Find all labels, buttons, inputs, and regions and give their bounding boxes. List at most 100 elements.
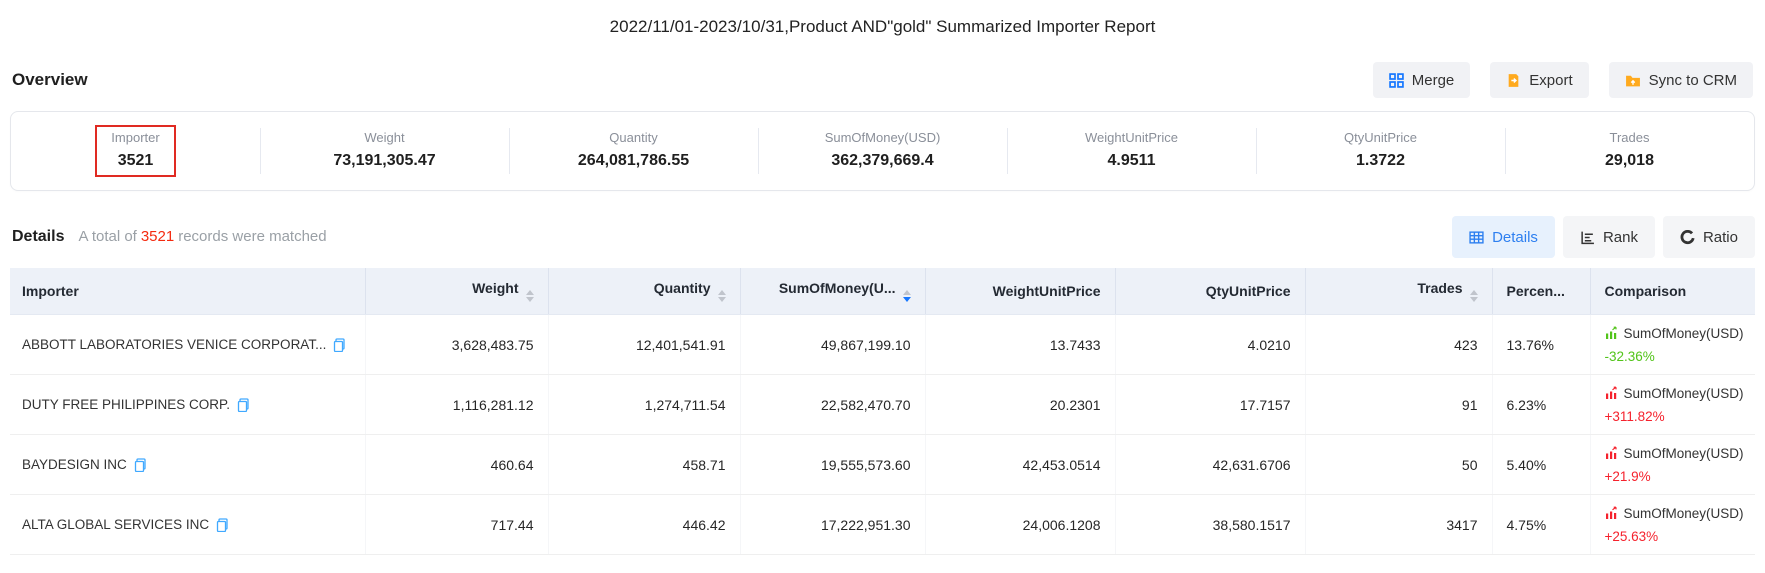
- stat-value: 73,191,305.47: [333, 152, 435, 170]
- percent-cell: 6.23%: [1492, 375, 1590, 435]
- match-summary: A total of3521records were matched: [78, 228, 326, 245]
- quantity-cell: 458.71: [548, 435, 740, 495]
- tab-details-label: Details: [1492, 229, 1538, 246]
- page-title: 2022/11/01-2023/10/31,Product AND"gold" …: [0, 0, 1765, 37]
- trades-cell: 50: [1305, 435, 1492, 495]
- stat-value: 29,018: [1605, 152, 1654, 170]
- stat-weight-unit-price: WeightUnitPrice 4.9511: [1007, 127, 1256, 175]
- percent-cell: 4.75%: [1492, 495, 1590, 555]
- quantity-cell: 12,401,541.91: [548, 315, 740, 375]
- sort-icon[interactable]: [903, 290, 911, 302]
- sort-icon[interactable]: [718, 290, 726, 302]
- col-header-weight[interactable]: Weight: [365, 268, 548, 315]
- sync-to-crm-button[interactable]: Sync to CRM: [1609, 62, 1753, 98]
- copy-icon[interactable]: [134, 458, 147, 472]
- sum-of-money-cell: 49,867,199.10: [740, 315, 925, 375]
- importer-name[interactable]: DUTY FREE PHILIPPINES CORP.: [22, 397, 230, 412]
- importer-name[interactable]: BAYDESIGN INC: [22, 457, 127, 472]
- stat-qty-unit-price: QtyUnitPrice 1.3722: [1256, 127, 1505, 175]
- qty-unit-price-cell: 38,580.1517: [1115, 495, 1305, 555]
- table-row: BAYDESIGN INC 460.64 458.71 19,555,573.6…: [10, 435, 1755, 495]
- weight-cell: 460.64: [365, 435, 548, 495]
- comparison-label: SumOfMoney(USD): [1624, 327, 1744, 341]
- tab-rank-label: Rank: [1603, 229, 1638, 246]
- action-buttons: Merge Export Sync to CRM: [1373, 62, 1753, 98]
- details-summary: Details A total of3521records were match…: [12, 228, 327, 246]
- stat-sum-of-money: SumOfMoney(USD) 362,379,669.4: [758, 127, 1007, 175]
- col-header-comparison: Comparison: [1590, 268, 1755, 315]
- quantity-cell: 1,274,711.54: [548, 375, 740, 435]
- stat-label: SumOfMoney(USD): [825, 130, 941, 145]
- stat-label: Quantity: [578, 130, 689, 145]
- overview-heading: Overview: [12, 70, 88, 90]
- tab-rank[interactable]: Rank: [1563, 216, 1655, 258]
- weight-unit-price-cell: 13.7433: [925, 315, 1115, 375]
- stat-trades: Trades 29,018: [1505, 127, 1754, 175]
- stat-quantity: Quantity 264,081,786.55: [509, 127, 758, 175]
- comparison-cell: SumOfMoney(USD) +21.9%: [1605, 446, 1742, 484]
- table-icon: [1469, 230, 1484, 245]
- sum-of-money-cell: 19,555,573.60: [740, 435, 925, 495]
- trend-chart-icon: [1605, 446, 1619, 463]
- sort-icon[interactable]: [526, 290, 534, 302]
- qty-unit-price-cell: 4.0210: [1115, 315, 1305, 375]
- header-row: Overview Merge Export: [0, 37, 1765, 98]
- stat-label: WeightUnitPrice: [1085, 130, 1178, 145]
- percent-cell: 5.40%: [1492, 435, 1590, 495]
- stat-label: Importer: [111, 130, 159, 145]
- stat-value: 264,081,786.55: [578, 152, 689, 170]
- sum-of-money-cell: 17,222,951.30: [740, 495, 925, 555]
- sync-folder-icon: [1625, 73, 1641, 88]
- trend-chart-icon: [1605, 326, 1619, 343]
- copy-icon[interactable]: [216, 518, 229, 532]
- details-heading: Details: [12, 228, 64, 246]
- export-button-label: Export: [1529, 72, 1572, 89]
- export-button[interactable]: Export: [1490, 62, 1588, 98]
- details-bar: Details A total of3521records were match…: [12, 216, 1755, 258]
- stat-value: 362,379,669.4: [825, 152, 941, 170]
- stat-label: Weight: [333, 130, 435, 145]
- percent-cell: 13.76%: [1492, 315, 1590, 375]
- donut-chart-icon: [1680, 230, 1695, 245]
- col-header-sum-of-money[interactable]: SumOfMoney(U...: [740, 268, 925, 315]
- comparison-change: -32.36%: [1605, 350, 1742, 364]
- col-header-quantity[interactable]: Quantity: [548, 268, 740, 315]
- tab-details[interactable]: Details: [1452, 216, 1555, 258]
- importer-highlight-box: Importer 3521: [95, 125, 175, 177]
- col-header-trades[interactable]: Trades: [1305, 268, 1492, 315]
- comparison-change: +311.82%: [1605, 410, 1742, 424]
- importer-name[interactable]: ALTA GLOBAL SERVICES INC: [22, 517, 209, 532]
- col-header-percent: Percen...: [1492, 268, 1590, 315]
- col-header-qty-unit-price: QtyUnitPrice: [1115, 268, 1305, 315]
- view-tabs: Details Rank Ratio: [1452, 216, 1755, 258]
- weight-unit-price-cell: 42,453.0514: [925, 435, 1115, 495]
- merge-button[interactable]: Merge: [1373, 62, 1471, 98]
- comparison-cell: SumOfMoney(USD) -32.36%: [1605, 326, 1742, 364]
- col-header-importer: Importer: [10, 268, 365, 315]
- rank-bars-icon: [1580, 230, 1595, 245]
- table-row: ALTA GLOBAL SERVICES INC 717.44 446.42 1…: [10, 495, 1755, 555]
- sync-to-crm-button-label: Sync to CRM: [1649, 72, 1737, 89]
- sort-icon[interactable]: [1470, 290, 1478, 302]
- weight-cell: 717.44: [365, 495, 548, 555]
- trades-cell: 3417: [1305, 495, 1492, 555]
- trend-chart-icon: [1605, 506, 1619, 523]
- importer-name[interactable]: ABBOTT LABORATORIES VENICE CORPORAT...: [22, 337, 326, 352]
- match-count: 3521: [141, 228, 174, 245]
- stat-value: 4.9511: [1085, 152, 1178, 170]
- comparison-label: SumOfMoney(USD): [1624, 387, 1744, 401]
- trend-chart-icon: [1605, 386, 1619, 403]
- copy-icon[interactable]: [237, 398, 250, 412]
- comparison-change: +25.63%: [1605, 530, 1742, 544]
- copy-icon[interactable]: [333, 338, 346, 352]
- weight-cell: 3,628,483.75: [365, 315, 548, 375]
- qty-unit-price-cell: 42,631.6706: [1115, 435, 1305, 495]
- trades-cell: 423: [1305, 315, 1492, 375]
- stat-importer: Importer 3521: [11, 125, 260, 177]
- sum-of-money-cell: 22,582,470.70: [740, 375, 925, 435]
- weight-unit-price-cell: 24,006.1208: [925, 495, 1115, 555]
- qty-unit-price-cell: 17.7157: [1115, 375, 1305, 435]
- tab-ratio[interactable]: Ratio: [1663, 216, 1755, 258]
- importer-report-page: 2022/11/01-2023/10/31,Product AND"gold" …: [0, 0, 1765, 573]
- merge-button-label: Merge: [1412, 72, 1455, 89]
